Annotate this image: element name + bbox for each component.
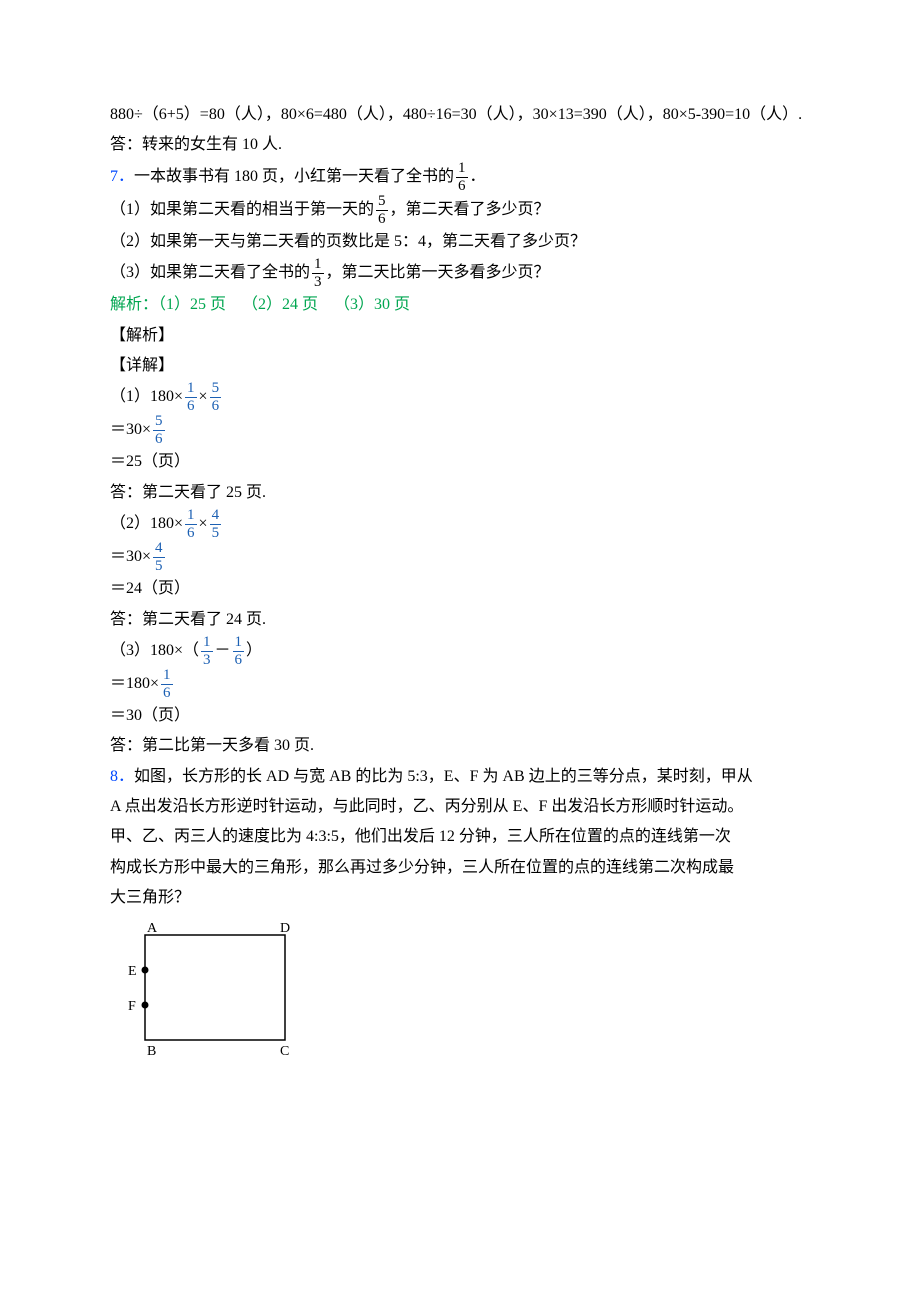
s3c: ） [246, 642, 262, 659]
step-3-line1: （3）180×（13－16） [110, 635, 810, 668]
label-C: C [280, 1044, 289, 1059]
label-F: F [128, 999, 136, 1014]
step-1-ans: 答：第二天看了 25 页. [110, 478, 810, 508]
answer-line: 答：转来的女生有 10 人. [110, 130, 810, 160]
q7-sub2: （2）如果第一天与第二天看的页数比是 5：4，第二天看了多少页？ [110, 227, 810, 257]
s2c: ＝30× [110, 548, 151, 565]
frac-1-6-e: 16 [231, 635, 247, 668]
step-1-line3: ＝25（页） [110, 447, 810, 477]
question-8-line3: 甲、乙、丙三人的速度比为 4:3:5，他们出发后 12 分钟，三人所在位置的点的… [110, 822, 810, 852]
calc-line: 880÷（6+5）=80（人），80×6=480（人），480÷16=30（人）… [110, 100, 810, 130]
s3d: ＝180× [110, 675, 159, 692]
page: 880÷（6+5）=80（人），80×6=480（人），480÷16=30（人）… [0, 0, 920, 1302]
question-8-line2: A 点出发沿长方形逆时针运动，与此同时，乙、丙分别从 E、F 出发沿长方形顺时针… [110, 792, 810, 822]
frac-1-6-b: 16 [183, 381, 199, 414]
s1c: ＝30× [110, 422, 151, 439]
q7-3a: （3）如果第二天看了全书的 [110, 264, 310, 281]
question-7: 7．一本故事书有 180 页，小红第一天看了全书的16． [110, 161, 810, 194]
step-3-line3: ＝30（页） [110, 701, 810, 731]
label-A: A [147, 921, 158, 936]
s3b: － [215, 642, 231, 659]
jiexi-label: 【解析】 [110, 321, 810, 351]
s1a: （1）180× [110, 389, 183, 406]
label-D: D [280, 921, 290, 936]
analysis-label: 解析：（1）25 页 （2）24 页 （3）30 页 [110, 296, 410, 313]
analysis-line: 解析：（1）25 页 （2）24 页 （3）30 页 [110, 290, 810, 320]
question-8-line5: 大三角形？ [110, 883, 810, 913]
step-1-line2: ＝30×56 [110, 414, 810, 447]
question-8-line1: 8．如图，长方形的长 AD 与宽 AB 的比为 5:3，E、F 为 AB 边上的… [110, 762, 810, 792]
step-3-line2: ＝180×16 [110, 668, 810, 701]
q7-1a: （1）如果第二天看的相当于第一天的 [110, 201, 374, 218]
step-2-line1: （2）180×16×45 [110, 508, 810, 541]
label-E: E [128, 964, 137, 979]
q8-1: 如图，长方形的长 AD 与宽 AB 的比为 5:3，E、F 为 AB 边上的三等… [134, 768, 753, 785]
step-2-line2: ＝30×45 [110, 541, 810, 574]
frac-5-6-b: 56 [208, 381, 224, 414]
step-3-ans: 答：第二比第一天多看 30 页. [110, 731, 810, 761]
q7-1b: ，第二天看了多少页？ [390, 201, 550, 218]
step-2-ans: 答：第二天看了 24 页. [110, 605, 810, 635]
frac-1-3: 13 [310, 257, 326, 290]
q7-3b: ，第二天比第一天多看多少页？ [326, 264, 550, 281]
step-2-line3: ＝24（页） [110, 574, 810, 604]
step-1-line1: （1）180×16×56 [110, 381, 810, 414]
s3a: （3）180×（ [110, 642, 199, 659]
frac-4-5-b: 45 [151, 541, 167, 574]
frac-1-3-b: 13 [199, 635, 215, 668]
q7-sub1: （1）如果第二天看的相当于第一天的56，第二天看了多少页？ [110, 194, 810, 227]
q7-text-a: 一本故事书有 180 页，小红第一天看了全书的 [134, 168, 454, 185]
s2b: × [199, 515, 208, 532]
rectangle-diagram: A D E F B C [110, 920, 810, 1060]
frac-1-6-d: 16 [183, 508, 199, 541]
s2a: （2）180× [110, 515, 183, 532]
question-8-line4: 构成长方形中最大的三角形，那么再过多少分钟，三人所在位置的点的连线第二次构成最 [110, 853, 810, 883]
q7-sub3: （3）如果第二天看了全书的13，第二天比第一天多看多少页？ [110, 257, 810, 290]
frac-4-5: 45 [208, 508, 224, 541]
frac-1-6: 16 [454, 161, 470, 194]
frac-5-6: 56 [374, 194, 390, 227]
label-B: B [147, 1044, 156, 1059]
q7-number: 7． [110, 168, 134, 185]
q8-number: 8． [110, 768, 134, 785]
xiangjie-label: 【详解】 [110, 351, 810, 381]
q7-text-b: ． [470, 168, 486, 185]
s1b: × [199, 389, 208, 406]
frac-1-6-f: 16 [159, 668, 175, 701]
frac-5-6-c: 56 [151, 414, 167, 447]
